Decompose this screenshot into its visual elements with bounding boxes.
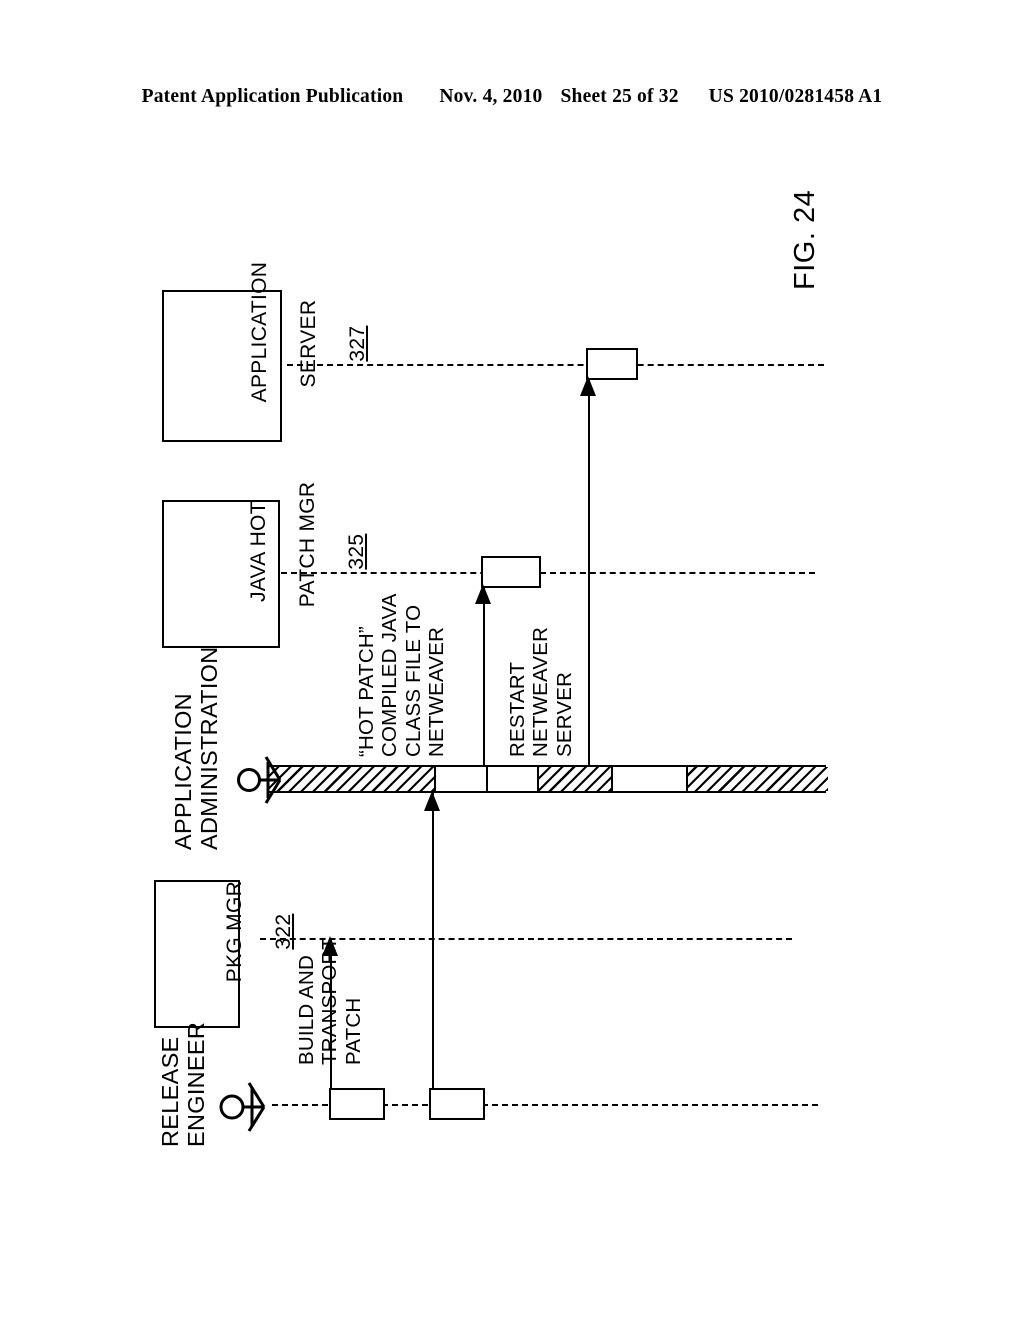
actor-label-release-engineer: RELEASE ENGINEER	[157, 1022, 210, 1147]
participant-box-pkg-mgr: PKG MGR 322	[154, 880, 295, 1028]
band-divider	[486, 767, 488, 791]
message-arrowhead-hot-patch-compiled-java-class-file	[424, 791, 440, 811]
band-divider	[611, 767, 613, 791]
message-arrowhead-restart-application-server	[580, 376, 596, 396]
participant-name-line1: JAVA HOT	[247, 501, 271, 602]
participant-box-java-hot-patch-mgr: JAVA HOT PATCH MGR 325	[162, 482, 368, 648]
message-arrow-hot-patch-compiled-java-class-file	[432, 793, 434, 1104]
activation-box-release-engineer-2	[429, 1088, 485, 1120]
message-arrowhead-restart-netweaver-server	[475, 584, 491, 604]
participant-name-line1: PKG MGR	[223, 880, 247, 983]
band-divider	[434, 767, 436, 791]
participant-box-application-server: APPLICATION SERVER 327	[162, 262, 369, 442]
figure-label: FIG. 24	[789, 189, 821, 290]
participant-label-application-server: APPLICATION SERVER 327	[224, 262, 395, 438]
actor-label-application-administration: APPLICATION ADMINISTRATION	[170, 646, 223, 850]
message-arrowhead-build-and-transport-patch	[322, 936, 338, 956]
sequence-diagram-figure: FIG. 24 APPLICATION SERVER 327 JAVA HOT …	[0, 0, 1024, 1320]
activation-box-release-engineer-1	[329, 1088, 385, 1120]
actor-name-line1: RELEASE	[157, 1036, 183, 1147]
actor-name-line1: APPLICATION	[170, 693, 196, 850]
message-label-hot-patch-compiled-java-class-file: “HOT PATCH” COMPILED JAVA CLASS FILE TO …	[355, 593, 449, 757]
message-arrow-restart-netweaver-server	[483, 586, 485, 772]
participant-name-line2: SERVER	[297, 299, 321, 388]
message-label-restart-netweaver-server: RESTART NETWEAVER SERVER	[506, 626, 576, 757]
participant-name-line1: APPLICATION	[248, 261, 272, 403]
band-divider	[537, 767, 539, 791]
message-arrow-build-and-transport-patch	[330, 938, 332, 1104]
lifeline-application-administration	[267, 765, 828, 793]
band-hatch-segment	[537, 767, 611, 791]
actor-name-line2: ADMINISTRATION	[196, 646, 223, 850]
actor-figure-release-engineer	[218, 1078, 266, 1136]
band-hatch-segment	[269, 767, 434, 791]
band-hatch-segment	[686, 767, 828, 791]
message-arrow-restart-application-server	[588, 378, 590, 772]
participant-reference-number: 327	[345, 325, 369, 362]
participant-name-line2: PATCH MGR	[296, 481, 320, 608]
participant-reference-number: 325	[344, 533, 368, 570]
actor-name-line2: ENGINEER	[183, 1021, 210, 1147]
actor-figure-application-administration	[236, 752, 282, 808]
participant-reference-number: 322	[272, 913, 296, 950]
band-divider	[686, 767, 688, 791]
